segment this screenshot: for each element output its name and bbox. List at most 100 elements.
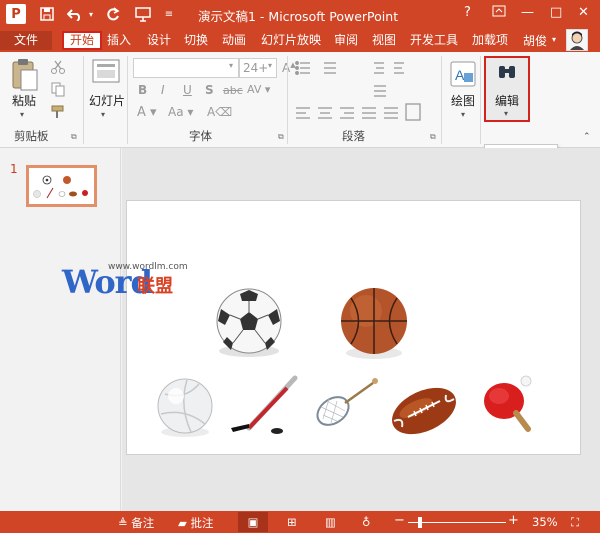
tab-slideshow[interactable]: 幻灯片放映 <box>261 31 321 50</box>
bold-button[interactable]: B <box>138 83 147 97</box>
italic-button[interactable]: I <box>161 83 165 97</box>
paste-icon[interactable] <box>11 58 39 95</box>
slide-sorter-icon: ⊞ <box>287 515 297 529</box>
divider <box>127 56 128 144</box>
clear-formatting-icon[interactable]: A⌫ <box>207 105 232 119</box>
tab-developer[interactable]: 开发工具 <box>410 31 458 50</box>
title-bar: P ▾ ≡ 演示文稿1 - Microsoft PowerPoint ? — □… <box>0 0 600 28</box>
divider <box>83 56 84 144</box>
close-button[interactable]: ✕ <box>578 5 589 20</box>
clipboard-group-label: 剪贴板 <box>14 129 49 143</box>
divider <box>480 56 481 144</box>
zoom-out-button[interactable]: − <box>394 513 405 528</box>
ribbon-display-options-icon[interactable] <box>492 5 506 21</box>
font-size-dropdown-icon[interactable]: ▾ <box>268 61 272 70</box>
undo-dropdown-icon[interactable]: ▾ <box>86 4 96 24</box>
reading-view-icon: ▥ <box>325 515 336 529</box>
copy-icon[interactable] <box>50 81 66 100</box>
normal-view-button[interactable]: ▣ <box>238 512 268 532</box>
new-slide-label[interactable]: 幻灯片 <box>89 92 125 109</box>
table-tennis-paddle-image[interactable] <box>484 375 532 432</box>
shadow-button[interactable]: S <box>205 83 214 97</box>
undo-icon[interactable] <box>66 4 84 24</box>
font-launcher-icon[interactable]: ⧉ <box>278 132 284 142</box>
drawing-shapes-icon[interactable]: A <box>449 60 477 91</box>
tab-home[interactable]: 开始 <box>62 31 102 50</box>
font-name-dropdown-icon[interactable]: ▾ <box>229 61 233 70</box>
basketball-image[interactable] <box>341 288 407 359</box>
fit-to-window-button[interactable]: ⛶ <box>571 515 579 530</box>
window-title: 演示文稿1 - Microsoft PowerPoint <box>198 9 399 24</box>
underline-button[interactable]: U <box>183 83 192 97</box>
avatar[interactable] <box>566 29 588 51</box>
tab-design[interactable]: 设计 <box>147 31 171 50</box>
paragraph-launcher-icon[interactable]: ⧉ <box>430 132 436 142</box>
minimize-button[interactable]: — <box>521 5 534 20</box>
zoom-slider-handle[interactable] <box>418 517 422 528</box>
tab-file[interactable]: 文件 <box>0 31 52 50</box>
slide-canvas[interactable] <box>126 200 581 455</box>
paste-dropdown-icon[interactable]: ▾ <box>20 110 24 119</box>
rugby-ball-image[interactable] <box>385 379 464 444</box>
user-name[interactable]: 胡俊 <box>523 32 547 49</box>
paste-label[interactable]: 粘贴 <box>12 92 36 109</box>
cut-icon[interactable] <box>50 59 66 78</box>
collapse-ribbon-icon[interactable]: ⌃ <box>583 132 591 142</box>
editing-dropdown-icon: ▾ <box>504 109 509 118</box>
zoom-level[interactable]: 35% <box>532 515 558 529</box>
tab-view[interactable]: 视图 <box>372 31 396 50</box>
svg-text:A: A <box>455 67 465 83</box>
ribbon-tab-bar: 文件 开始 插入 设计 切换 动画 幻灯片放映 审阅 视图 开发工具 加载项 胡… <box>0 28 600 52</box>
comments-button[interactable]: ▰ 批注 <box>178 515 214 531</box>
character-spacing-button[interactable]: AV ▾ <box>247 83 270 96</box>
font-name-select[interactable] <box>133 58 239 78</box>
drawing-label[interactable]: 绘图 <box>451 92 475 109</box>
save-icon[interactable] <box>38 4 56 24</box>
fit-to-window-icon: ⛶ <box>571 515 580 529</box>
drawing-dropdown-icon[interactable]: ▾ <box>461 110 465 119</box>
watermark-lianmeng-logo: 联盟 <box>137 276 173 297</box>
clipboard-launcher-icon[interactable]: ⧉ <box>71 132 77 142</box>
slide-number: 1 <box>10 162 18 176</box>
volleyball-image[interactable] <box>157 378 213 437</box>
notes-icon: ≜ <box>118 516 128 530</box>
strikethrough-button[interactable]: abc <box>223 84 243 97</box>
slide-sorter-button[interactable]: ⊞ <box>287 515 297 529</box>
powerpoint-app-icon[interactable]: P <box>6 4 26 24</box>
hockey-stick-image[interactable] <box>231 375 298 434</box>
tab-addins[interactable]: 加载项 <box>472 31 508 50</box>
slideshow-button[interactable]: ♁ <box>362 515 370 529</box>
badminton-racket-image[interactable] <box>312 378 378 431</box>
customize-toolbar-icon[interactable]: ≡ <box>163 4 175 24</box>
editing-label: 编辑 <box>495 94 520 108</box>
font-group-label: 字体 <box>189 129 212 143</box>
help-button[interactable]: ? <box>464 5 471 20</box>
tab-insert[interactable]: 插入 <box>107 31 131 50</box>
change-case-button[interactable]: Aa ▾ <box>168 105 193 119</box>
new-slide-icon[interactable] <box>92 58 122 89</box>
format-painter-icon[interactable] <box>50 104 66 123</box>
new-slide-dropdown-icon[interactable]: ▾ <box>101 110 105 119</box>
tab-transitions[interactable]: 切换 <box>184 31 208 50</box>
soccer-ball-image[interactable] <box>216 288 282 357</box>
comment-icon: ▰ <box>178 516 187 530</box>
divider <box>287 56 288 144</box>
editing-button[interactable]: 编辑 ▾ <box>484 56 530 122</box>
slideshow-from-start-icon[interactable] <box>134 4 154 24</box>
ribbon: 粘贴 ▾ 剪贴板 ⧉ 幻灯片 ▾ ▾ 24+ ▾ A▲ B I U S abc … <box>0 52 600 148</box>
divider <box>441 56 442 144</box>
tab-review[interactable]: 审阅 <box>334 31 358 50</box>
user-dropdown-icon[interactable]: ▾ <box>552 35 556 44</box>
zoom-in-button[interactable]: + <box>508 513 519 528</box>
slideshow-icon: ♁ <box>362 515 371 529</box>
redo-icon[interactable] <box>104 4 122 24</box>
zoom-slider-track[interactable] <box>408 522 506 523</box>
font-color-button[interactable]: A ▾ <box>137 105 157 120</box>
reading-view-button[interactable]: ▥ <box>325 515 336 529</box>
tab-animations[interactable]: 动画 <box>222 31 246 50</box>
slide-thumbnail[interactable] <box>26 165 97 207</box>
restore-button[interactable]: □ <box>550 5 562 20</box>
notes-button[interactable]: ≜ 备注 <box>118 515 154 531</box>
paragraph-controls <box>294 60 440 129</box>
paragraph-group-label: 段落 <box>342 129 365 143</box>
